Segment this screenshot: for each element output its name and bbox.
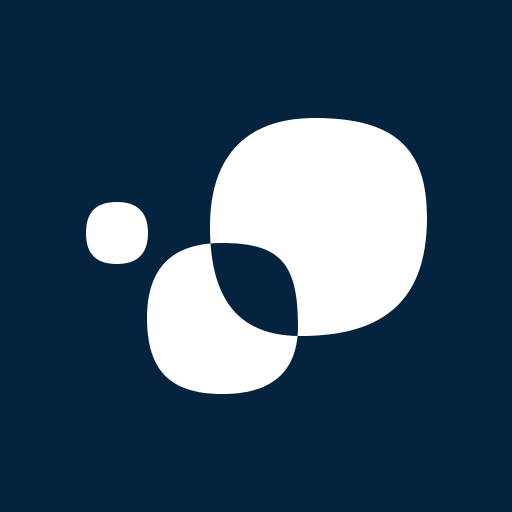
background (0, 0, 512, 512)
logo-canvas (0, 0, 512, 512)
small-blob-icon (86, 202, 148, 264)
overlapping-blobs-logo-icon (0, 0, 512, 512)
